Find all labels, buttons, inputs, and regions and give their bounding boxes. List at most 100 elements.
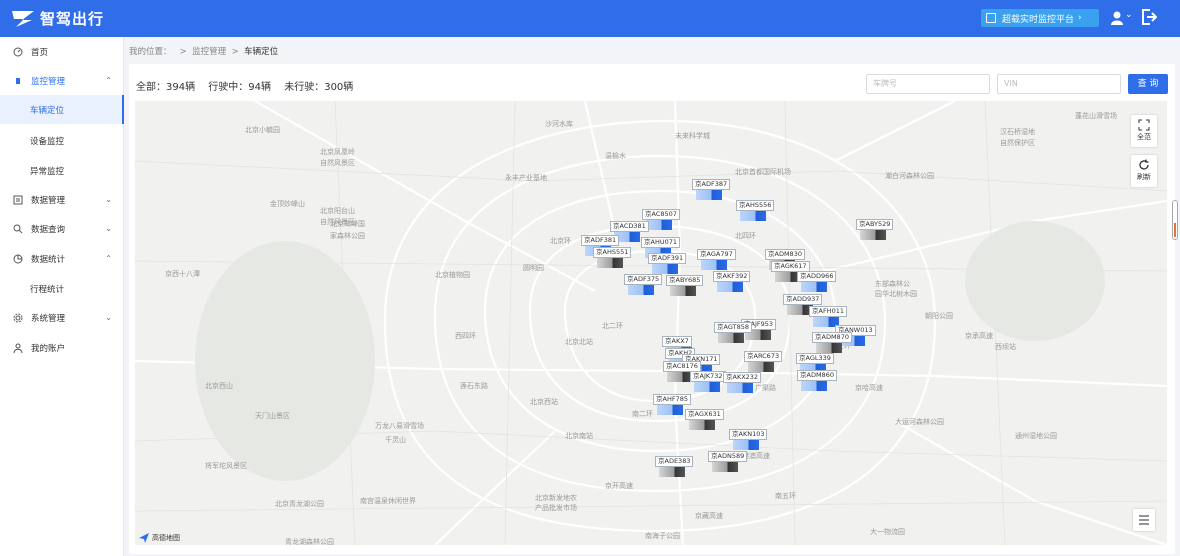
vehicle-marker[interactable]	[733, 440, 759, 450]
vehicle-plate-label[interactable]: 京AHU071	[641, 237, 680, 248]
map-place-label: 永丰产业基地	[505, 174, 547, 182]
app-logo[interactable]: 智驾出行	[10, 6, 104, 30]
breadcrumb: 我的位置： > 监控管理 > 车辆定位	[129, 45, 278, 57]
monitor-icon	[16, 77, 20, 84]
map-place-label: 园华北树木园	[875, 290, 917, 298]
query-button[interactable]: 查 询	[1128, 74, 1168, 94]
vehicle-plate-label[interactable]: 京ADN589	[708, 451, 748, 462]
vehicle-marker[interactable]	[801, 282, 827, 292]
vehicle-plate-label[interactable]: 京ADD966	[797, 271, 837, 282]
vehicle-marker[interactable]	[712, 462, 738, 472]
map-place-label: 南二环	[632, 410, 653, 418]
vehicle-marker[interactable]	[717, 282, 743, 292]
vehicle-marker[interactable]	[816, 343, 842, 353]
home-icon	[13, 47, 23, 56]
map-place-label: 莲石东路	[460, 382, 488, 390]
page-scrollbar[interactable]	[1172, 200, 1178, 240]
sidebar-item-system-manage[interactable]: 系统管理 ⌄	[0, 303, 124, 332]
vehicle-marker[interactable]	[652, 264, 678, 274]
sidebar: 首页 监控管理 ⌃ 车辆定位 设备监控 异常监控 数据管理 ⌄ 数据查询 ⌄ 数…	[0, 37, 124, 556]
vehicle-plate-label[interactable]: 京ADF387	[692, 179, 731, 190]
vehicle-marker[interactable]	[740, 211, 766, 221]
vehicle-marker[interactable]	[801, 381, 827, 391]
vehicle-plate-label[interactable]: 京ADM870	[812, 332, 852, 343]
vehicle-plate-label[interactable]: 京ADF375	[624, 274, 663, 285]
vehicle-plate-label[interactable]: 京ADF381	[581, 235, 620, 246]
vehicle-plate-label[interactable]: 京ADE383	[655, 456, 694, 467]
refresh-label: 刷新	[1137, 173, 1151, 181]
vehicle-plate-label[interactable]: 京AKX232	[723, 372, 762, 383]
sidebar-item-vehicle-location[interactable]: 车辆定位	[0, 95, 124, 124]
sidebar-item-label: 数据管理	[31, 195, 66, 206]
vehicle-plate-label[interactable]: 京ABY529	[856, 219, 894, 230]
refresh-button[interactable]: 刷新	[1131, 155, 1157, 187]
vehicle-plate-label[interactable]: 京AGX631	[685, 409, 724, 420]
vehicle-plate-label[interactable]: 京AGA797	[697, 249, 736, 260]
vehicle-plate-label[interactable]: 京ADM860	[797, 370, 837, 381]
vehicle-plate-label[interactable]: 京AHS556	[736, 200, 775, 211]
vehicle-map[interactable]: 北京小毓园 沙河水库 未来科学城 汉石桥湿地 自然保护区 北京凤凰岭 自然风景区 温榆水 北京首…	[135, 101, 1167, 545]
vehicle-marker[interactable]	[696, 190, 722, 200]
map-place-label: 南宫温泉休闲世界	[360, 497, 416, 505]
vehicle-plate-label[interactable]: 京AKF392	[713, 271, 751, 282]
sidebar-item-exception-monitor[interactable]: 异常监控	[0, 156, 124, 185]
data-manage-icon	[13, 195, 23, 204]
map-place-label: 潮白河森林公园	[885, 172, 934, 180]
vehicle-plate-label[interactable]: 京AFH011	[809, 306, 847, 317]
sidebar-item-home[interactable]: 首页	[0, 37, 124, 66]
map-place-label: 北京植物园	[435, 271, 470, 279]
breadcrumb-level1[interactable]: 监控管理	[192, 47, 226, 57]
sidebar-item-label: 数据统计	[31, 254, 66, 265]
sidebar-item-label: 行程统计	[30, 284, 65, 295]
stat-total: 全部：394辆	[136, 82, 196, 93]
sidebar-item-monitor[interactable]: 监控管理 ⌃	[0, 66, 124, 95]
vehicle-plate-label[interactable]: 京AJK732	[690, 371, 726, 382]
vehicle-marker[interactable]	[657, 405, 683, 415]
vehicle-plate-label[interactable]: 京ARC673	[744, 351, 783, 362]
sidebar-item-data-manage[interactable]: 数据管理 ⌄	[0, 185, 124, 214]
vehicle-marker[interactable]	[727, 383, 753, 393]
plate-number-input[interactable]: 车牌号	[866, 74, 990, 94]
vehicle-plate-label[interactable]: 京ACD381	[610, 221, 649, 232]
sidebar-item-label: 系统管理	[31, 313, 66, 324]
map-place-label: 北京南站	[565, 432, 593, 440]
vehicle-marker[interactable]	[670, 286, 696, 296]
vehicle-plate-label[interactable]: 京AGL339	[796, 353, 834, 364]
vehicle-marker[interactable]	[718, 333, 744, 343]
vehicle-marker[interactable]	[628, 285, 654, 295]
fullscreen-button[interactable]: 全范	[1131, 115, 1157, 147]
vehicle-plate-label[interactable]: 京ADM830	[765, 249, 805, 260]
vehicle-list-button[interactable]	[1133, 509, 1155, 531]
sidebar-item-data-stats[interactable]: 数据统计 ⌃	[0, 244, 124, 273]
vehicle-plate-label[interactable]: 京AHS551	[593, 247, 632, 258]
main-content: 我的位置： > 监控管理 > 车辆定位 全部：394辆 行驶中：94辆 未行驶：…	[124, 37, 1180, 556]
vehicle-plate-label[interactable]: 京AKN103	[729, 429, 768, 440]
vehicle-plate-label[interactable]: 京AC8507	[642, 209, 680, 220]
sidebar-item-data-query[interactable]: 数据查询 ⌄	[0, 214, 124, 243]
vehicle-marker[interactable]	[701, 260, 727, 270]
vehicle-marker[interactable]	[694, 382, 720, 392]
vehicle-plate-label[interactable]: 京ADF391	[648, 253, 687, 264]
user-caret-icon[interactable]: ⌄	[1125, 10, 1133, 20]
vehicle-plate-label[interactable]: 京AKX7	[662, 336, 692, 347]
vehicle-marker[interactable]	[597, 258, 623, 268]
vehicle-marker[interactable]	[748, 362, 774, 372]
map-place-label: 京开高速	[605, 482, 633, 490]
logout-icon[interactable]	[1141, 8, 1157, 26]
vehicle-marker[interactable]	[646, 220, 672, 230]
vehicle-plate-label[interactable]: 京ADD937	[783, 294, 823, 305]
vehicle-marker[interactable]	[860, 230, 886, 240]
vehicle-marker[interactable]	[689, 420, 715, 430]
vehicle-plate-label[interactable]: 京AHF785	[653, 394, 691, 405]
vin-input[interactable]: VIN	[997, 74, 1121, 94]
map-place-label: 天门山景区	[255, 412, 290, 420]
sidebar-item-trip-stats[interactable]: 行程统计	[0, 274, 124, 303]
sidebar-item-my-account[interactable]: 我的账户	[0, 333, 124, 362]
overload-platform-button[interactable]: 超载实时监控平台 ›	[981, 9, 1099, 27]
list-icon	[1139, 515, 1149, 525]
sidebar-item-device-monitor[interactable]: 设备监控	[0, 126, 124, 155]
vehicle-plate-label[interactable]: 京ABY685	[666, 275, 704, 286]
map-place-label: 南海子公园	[645, 532, 680, 540]
vehicle-marker[interactable]	[659, 467, 685, 477]
vehicle-plate-label[interactable]: 京AGT858	[714, 322, 753, 333]
